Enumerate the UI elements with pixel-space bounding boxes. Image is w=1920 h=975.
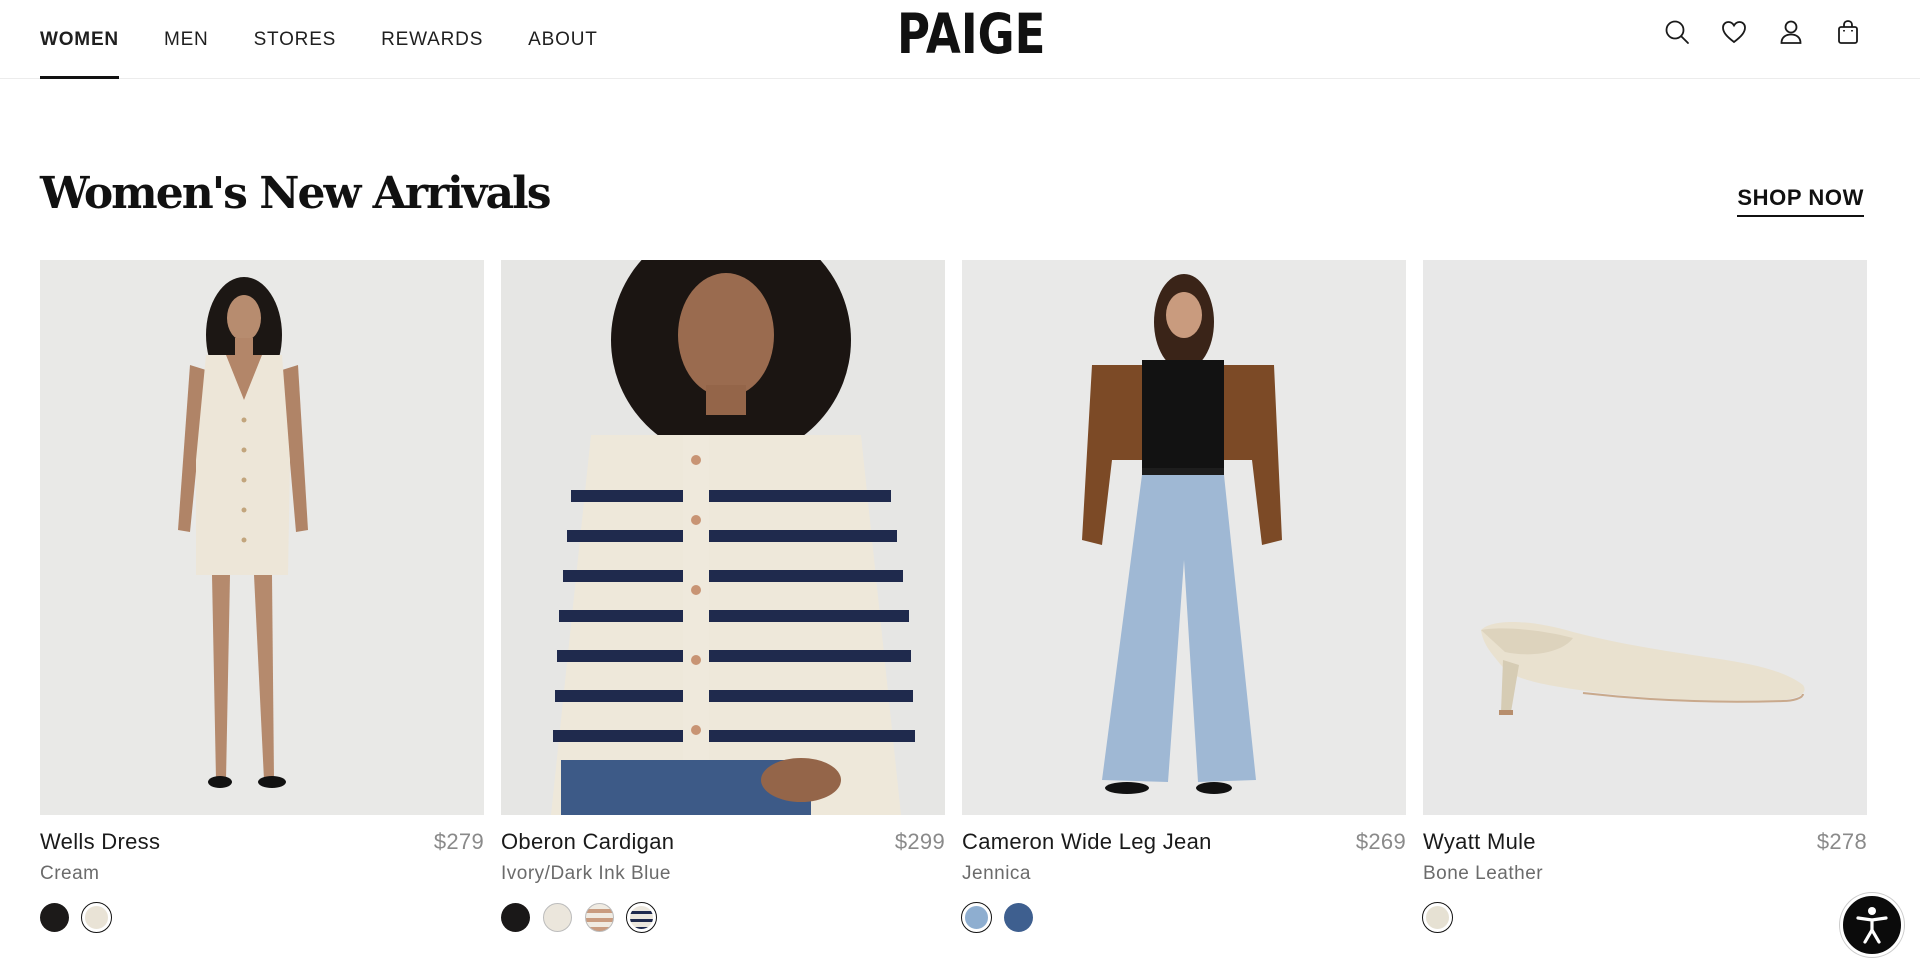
- product-image-wyatt-mule[interactable]: [1423, 260, 1867, 815]
- swatch-black[interactable]: [40, 903, 69, 932]
- header-icons: [1661, 16, 1864, 48]
- shopping-bag-icon[interactable]: [1832, 16, 1864, 48]
- product-color-name: Ivory/Dark Ink Blue: [501, 863, 671, 884]
- main-nav: WOMEN MEN STORES REWARDS ABOUT: [40, 0, 598, 79]
- color-swatches: [501, 902, 945, 933]
- product-color-name: Cream: [40, 863, 100, 884]
- product-card: Wyatt Mule $278 Bone Leather: [1422, 260, 1867, 933]
- product-image-cameron-wide-leg-jean[interactable]: [962, 260, 1406, 815]
- site-header: WOMEN MEN STORES REWARDS ABOUT PAIGE: [0, 0, 1920, 79]
- product-card: Wells Dress $279 Cream: [40, 260, 484, 933]
- product-price: $269: [1355, 829, 1406, 854]
- nav-item-men[interactable]: MEN: [164, 0, 209, 79]
- product-color-name: Jennica: [962, 863, 1031, 884]
- swatch-cream[interactable]: [81, 902, 112, 933]
- swatch-black[interactable]: [501, 903, 530, 932]
- heart-icon[interactable]: [1718, 16, 1750, 48]
- product-price: $279: [433, 829, 484, 854]
- swatch-light-blue[interactable]: [961, 902, 992, 933]
- nav-item-rewards[interactable]: REWARDS: [381, 0, 483, 79]
- nav-item-women[interactable]: WOMEN: [40, 0, 119, 79]
- color-swatches: [1422, 902, 1867, 933]
- color-swatches: [40, 902, 484, 933]
- nav-item-stores[interactable]: STORES: [254, 0, 337, 79]
- product-color-name: Bone Leather: [1423, 863, 1544, 884]
- shop-now-link[interactable]: SHOP NOW: [1737, 185, 1864, 217]
- brand-logo[interactable]: PAIGE: [897, 4, 1045, 64]
- swatch-dark-blue[interactable]: [1004, 903, 1033, 932]
- product-card: Oberon Cardigan $299 Ivory/Dark Ink Blue: [501, 260, 945, 933]
- accessibility-icon[interactable]: [1840, 893, 1904, 957]
- product-image-oberon-cardigan[interactable]: [501, 260, 945, 815]
- product-price: $278: [1816, 829, 1867, 854]
- swatch-ivory[interactable]: [543, 903, 572, 932]
- product-name[interactable]: Oberon Cardigan: [501, 829, 674, 855]
- product-card: Cameron Wide Leg Jean $269 Jennica: [961, 260, 1406, 933]
- swatch-ivory-navy-stripe[interactable]: [626, 902, 657, 933]
- swatch-ivory-tan-stripe[interactable]: [585, 903, 614, 932]
- product-price: $299: [894, 829, 945, 854]
- search-icon[interactable]: [1661, 16, 1693, 48]
- color-swatches: [961, 902, 1406, 933]
- product-grid: Wells Dress $279 Cream Oberon Cardigan $…: [40, 260, 1867, 933]
- swatch-bone[interactable]: [1422, 902, 1453, 933]
- product-name[interactable]: Wyatt Mule: [1423, 829, 1536, 855]
- nav-item-about[interactable]: ABOUT: [528, 0, 597, 79]
- product-name[interactable]: Wells Dress: [40, 829, 160, 855]
- product-image-wells-dress[interactable]: [40, 260, 484, 815]
- account-icon[interactable]: [1775, 16, 1807, 48]
- section-title: Women's New Arrivals: [40, 168, 551, 219]
- product-name[interactable]: Cameron Wide Leg Jean: [962, 829, 1212, 855]
